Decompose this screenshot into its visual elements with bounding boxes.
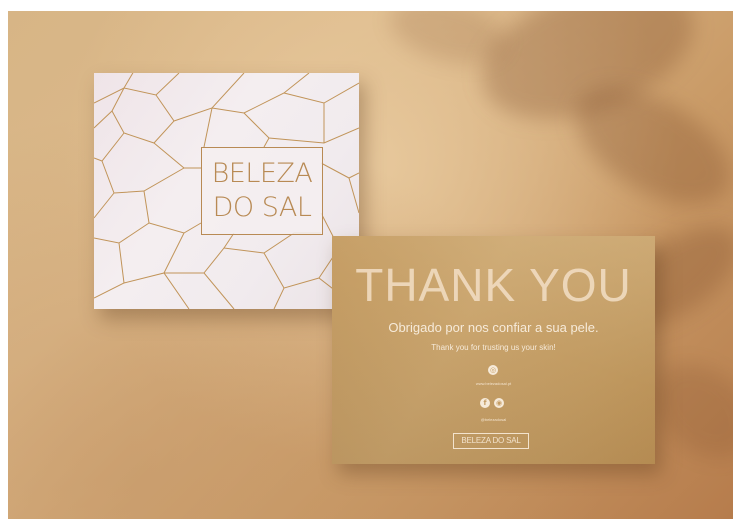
business-card-front: BELEZA DO SAL [94, 73, 359, 309]
brand-logo: BELEZA DO SAL [201, 147, 323, 235]
message-portuguese: Obrigado por nos confiar a sua pele. [388, 320, 599, 335]
thank-you-heading: THANK YOU [355, 259, 632, 311]
facebook-icon: f [480, 398, 490, 408]
brand-line-1: BELEZA [211, 158, 313, 189]
social-handle-text: @belezadosal [480, 417, 507, 422]
message-english: Thank you for trusting us your skin! [431, 343, 556, 352]
instagram-icon: ◉ [494, 398, 504, 408]
globe-icon: ◎ [488, 365, 498, 375]
brand-line-2: DO SAL [212, 192, 312, 223]
mini-brand-logo: BELEZA DO SAL [453, 433, 529, 449]
business-card-back: THANK YOU Obrigado por nos confiar a sua… [332, 236, 655, 464]
website-text: www.belezadosal.pt [475, 381, 512, 386]
